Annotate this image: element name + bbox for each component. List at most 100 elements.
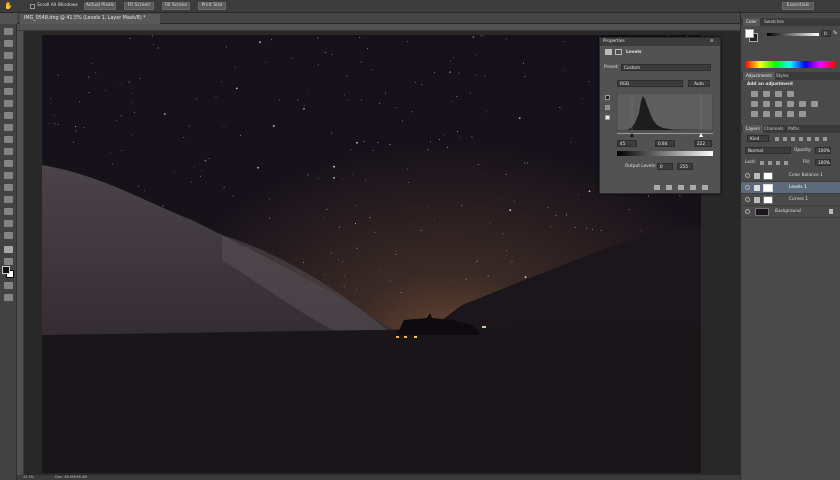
- brush-tool-icon[interactable]: [4, 112, 13, 119]
- selective-color-icon[interactable]: [799, 111, 806, 117]
- quick-mask-icon[interactable]: [4, 282, 13, 289]
- visibility-eye-icon[interactable]: [745, 209, 750, 214]
- hand-tool-icon[interactable]: ✋: [4, 2, 13, 10]
- layer-thumbnail[interactable]: [755, 208, 769, 216]
- view-previous-icon[interactable]: [666, 185, 672, 190]
- properties-header[interactable]: Properties ≡: [600, 38, 720, 46]
- visibility-icon[interactable]: [690, 185, 696, 190]
- layer-row[interactable]: Levels 1: [741, 182, 840, 194]
- channel-mixer-icon[interactable]: [811, 101, 818, 107]
- filter-icons[interactable]: [775, 137, 830, 141]
- clip-to-layer-icon[interactable]: [654, 185, 660, 190]
- delete-icon[interactable]: [702, 185, 708, 190]
- type-tool-icon[interactable]: [4, 208, 13, 215]
- exposure-icon[interactable]: [787, 91, 794, 97]
- star: [75, 130, 77, 132]
- blend-mode-dropdown[interactable]: Normal: [745, 147, 791, 154]
- layer-mask-thumbnail[interactable]: [763, 172, 773, 180]
- brightness-slider[interactable]: [767, 33, 819, 36]
- opacity-field[interactable]: 100%: [815, 147, 831, 154]
- actual-pixels-button[interactable]: Actual Pixels: [84, 2, 116, 10]
- levels-icon[interactable]: [763, 91, 770, 97]
- layer-mask-thumbnail[interactable]: [763, 184, 773, 192]
- blur-tool-icon[interactable]: [4, 172, 13, 179]
- layer-row[interactable]: Background: [741, 206, 840, 218]
- tab-color[interactable]: Color: [743, 18, 760, 26]
- output-black-field[interactable]: 0: [657, 163, 673, 170]
- black-input-slider[interactable]: [630, 133, 634, 137]
- white-input-slider[interactable]: [699, 133, 703, 137]
- brightness-value[interactable]: 0: [821, 30, 831, 37]
- eyedropper-tool-icon[interactable]: [4, 88, 13, 95]
- lasso-tool-icon[interactable]: [4, 52, 13, 59]
- star: [221, 81, 223, 83]
- black-white-icon[interactable]: [787, 101, 794, 107]
- tab-swatches[interactable]: Swatches: [761, 18, 787, 26]
- preset-dropdown[interactable]: Custom: [621, 64, 711, 71]
- black-point-eyedropper-icon[interactable]: [605, 95, 610, 100]
- scroll-all-checkbox[interactable]: [30, 4, 35, 9]
- tab-channels[interactable]: Channels: [761, 125, 786, 133]
- vibrance-icon[interactable]: [751, 101, 758, 107]
- tab-layers[interactable]: Layers: [743, 125, 763, 133]
- panel-menu-icon[interactable]: ≡: [710, 39, 714, 44]
- lock-icons[interactable]: [760, 161, 792, 165]
- photo-filter-icon[interactable]: [799, 101, 806, 107]
- path-select-icon[interactable]: [4, 220, 13, 227]
- color-balance-icon[interactable]: [775, 101, 782, 107]
- eraser-tool-icon[interactable]: [4, 148, 13, 155]
- brightness-contrast-icon[interactable]: [751, 91, 758, 97]
- fill-field[interactable]: 100%: [815, 159, 831, 166]
- zoom-level[interactable]: 41.5%: [23, 475, 34, 479]
- layer-mask-thumbnail[interactable]: [763, 196, 773, 204]
- fill-screen-button[interactable]: Fill Screen: [162, 2, 190, 10]
- reset-icon[interactable]: [678, 185, 684, 190]
- gray-input-field[interactable]: 0.84: [655, 140, 675, 147]
- hue-saturation-icon[interactable]: [763, 101, 770, 107]
- hand-tool-panel-icon[interactable]: [4, 246, 13, 253]
- output-white-field[interactable]: 255: [677, 163, 693, 170]
- white-point-eyedropper-icon[interactable]: [605, 115, 610, 120]
- history-brush-icon[interactable]: [4, 136, 13, 143]
- posterize-icon[interactable]: [763, 111, 770, 117]
- quick-select-tool-icon[interactable]: [4, 64, 13, 71]
- marquee-tool-icon[interactable]: [4, 40, 13, 47]
- dodge-tool-icon[interactable]: [4, 184, 13, 191]
- move-tool-icon[interactable]: [4, 28, 13, 35]
- visibility-eye-icon[interactable]: [745, 173, 750, 178]
- gradient-tool-icon[interactable]: [4, 160, 13, 167]
- color-spectrum-bar[interactable]: [745, 61, 835, 68]
- gradient-map-icon[interactable]: [787, 111, 794, 117]
- pen-tool-icon[interactable]: [4, 196, 13, 203]
- auto-button[interactable]: Auto: [688, 80, 710, 87]
- white-input-field[interactable]: 222: [694, 140, 712, 147]
- clone-stamp-icon[interactable]: [4, 124, 13, 131]
- workspace-switcher[interactable]: Essentials: [782, 2, 814, 10]
- black-input-field[interactable]: 45: [617, 140, 637, 147]
- healing-brush-icon[interactable]: [4, 100, 13, 107]
- tab-paths[interactable]: Paths: [785, 125, 802, 133]
- channel-dropdown[interactable]: RGB: [617, 80, 683, 87]
- screen-mode-icon[interactable]: [4, 294, 13, 301]
- document-tab[interactable]: IMG_0548.dng @ 41.5% (Levels 1, Layer Ma…: [20, 14, 160, 24]
- foreground-color-swatch[interactable]: [2, 266, 10, 274]
- gray-point-eyedropper-icon[interactable]: [605, 105, 610, 110]
- curves-icon[interactable]: [775, 91, 782, 97]
- output-levels-label: Output Levels:: [625, 164, 657, 169]
- zoom-tool-icon[interactable]: [4, 258, 13, 265]
- tab-styles[interactable]: Styles: [773, 72, 792, 80]
- layer-filter-dropdown[interactable]: Kind: [747, 135, 769, 142]
- tab-adjustments[interactable]: Adjustments: [743, 72, 776, 80]
- mask-icon[interactable]: [615, 49, 622, 55]
- fit-screen-button[interactable]: Fit Screen: [124, 2, 154, 10]
- crop-tool-icon[interactable]: [4, 76, 13, 83]
- invert-icon[interactable]: [751, 111, 758, 117]
- threshold-icon[interactable]: [775, 111, 782, 117]
- visibility-eye-icon[interactable]: [745, 197, 750, 202]
- layer-row[interactable]: Color Balance 1: [741, 170, 840, 182]
- visibility-eye-icon[interactable]: [745, 185, 750, 190]
- layer-row[interactable]: Curves 1: [741, 194, 840, 206]
- shape-tool-icon[interactable]: [4, 232, 13, 239]
- print-size-button[interactable]: Print Size: [198, 2, 226, 10]
- color-foreground-swatch[interactable]: [745, 29, 754, 38]
